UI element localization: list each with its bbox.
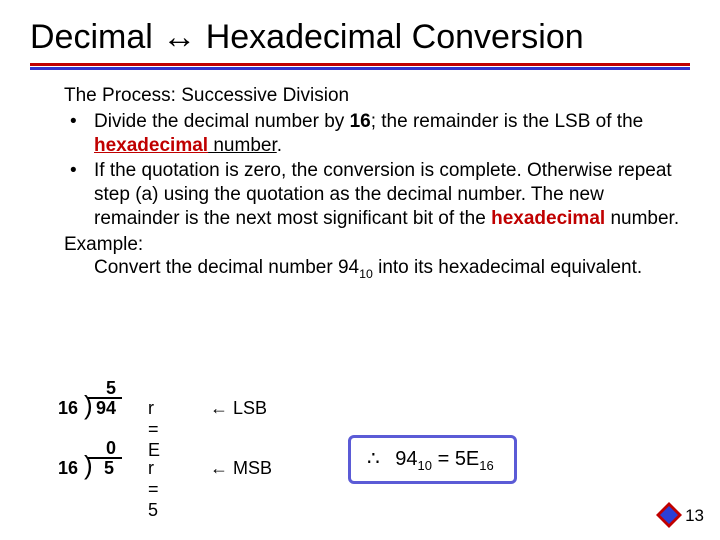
title-underline bbox=[30, 63, 690, 70]
result-box: ∴ 9410 = 5E16 bbox=[348, 435, 517, 484]
example-label: Example: bbox=[64, 233, 680, 257]
example-line: Convert the decimal number 9410 into its… bbox=[64, 256, 680, 282]
therefore-symbol: ∴ bbox=[367, 448, 380, 470]
bullet-list: Divide the decimal number by 16; the rem… bbox=[64, 110, 680, 231]
bullet-item-1: Divide the decimal number by 16; the rem… bbox=[64, 110, 680, 158]
page-number: 13 bbox=[685, 506, 704, 526]
slide-logo-icon bbox=[654, 500, 684, 530]
bullet-item-2: If the quotation is zero, the conversion… bbox=[64, 159, 680, 230]
body-content: The Process: Successive Division Divide … bbox=[0, 70, 720, 282]
process-heading: The Process: Successive Division bbox=[64, 84, 680, 108]
page-title: Decimal ↔ Hexadecimal Conversion bbox=[0, 0, 720, 63]
